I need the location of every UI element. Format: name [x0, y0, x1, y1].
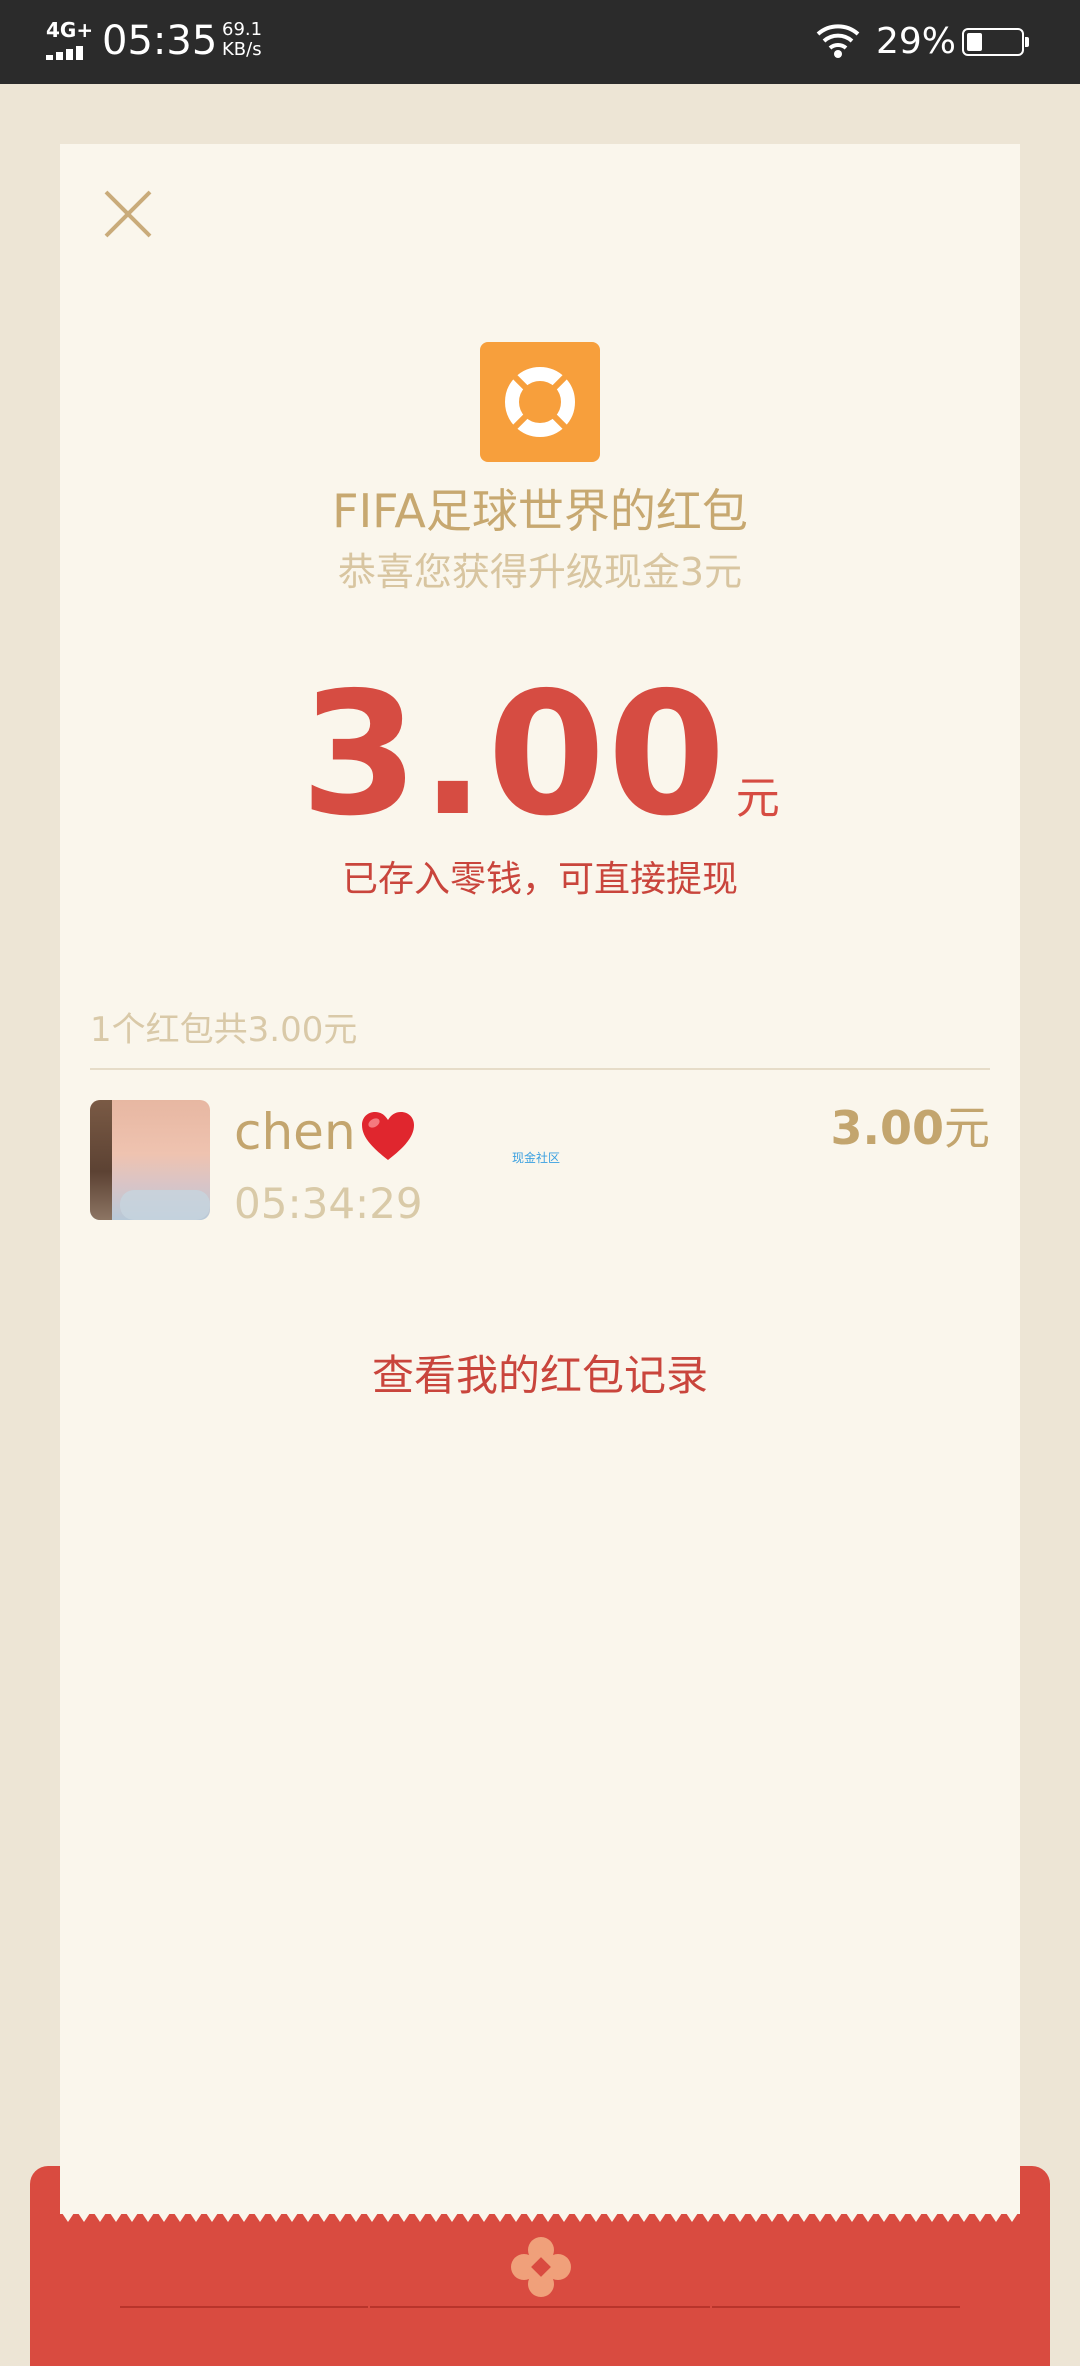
divider — [90, 1068, 990, 1070]
amount-unit: 元 — [735, 773, 780, 824]
received-amount: 3.00 元 — [60, 660, 1020, 850]
avatar[interactable] — [90, 1100, 210, 1220]
network-speed-value: 69.1 — [222, 19, 263, 40]
card-zigzag-edge — [60, 2210, 1020, 2222]
battery-icon — [962, 28, 1029, 56]
status-bar: 4G+ 05:35 69.1 KB/s 29% — [0, 0, 1080, 84]
amount-note: 已存入零钱，可直接提现 — [341, 859, 738, 900]
network-speed-unit: KB/s — [222, 39, 262, 60]
recipient-name-text: chen — [234, 1103, 356, 1161]
lifebuoy-icon — [505, 367, 575, 437]
wifi-icon — [816, 24, 860, 58]
record-amount-unit: 元 — [944, 1101, 990, 1155]
watermark: 现金社区 — [512, 1151, 561, 1165]
clock: 05:35 — [102, 18, 218, 64]
recipient-name: chen — [234, 1100, 416, 1164]
network-speed: 69.1 KB/s — [222, 20, 262, 60]
amount-value: 3.00 — [300, 656, 728, 854]
envelope-divider — [120, 2306, 368, 2308]
packet-subtitle: 恭喜您获得升级现金3元 — [337, 550, 743, 594]
close-icon[interactable] — [100, 186, 156, 242]
packet-summary: 1个红包共3.00元 — [90, 1010, 358, 1050]
flower-icon — [511, 2237, 571, 2297]
sender-app-icon — [480, 342, 600, 462]
envelope-divider — [370, 2306, 710, 2308]
record-amount-value: 3.00 — [830, 1101, 945, 1155]
cellular-signal-icon: 4G+ — [46, 18, 94, 60]
heart-icon — [361, 1111, 414, 1160]
record-amount: 3.00元 — [831, 1096, 991, 1160]
sender-title: FIFA足球世界的红包 — [332, 484, 748, 538]
receive-time: 05:34:29 — [234, 1179, 423, 1228]
network-type: 4G+ — [46, 18, 94, 42]
envelope-divider — [712, 2306, 960, 2308]
battery-percent: 29% — [876, 21, 957, 62]
view-my-records-link[interactable]: 查看我的红包记录 — [60, 1344, 1020, 1408]
